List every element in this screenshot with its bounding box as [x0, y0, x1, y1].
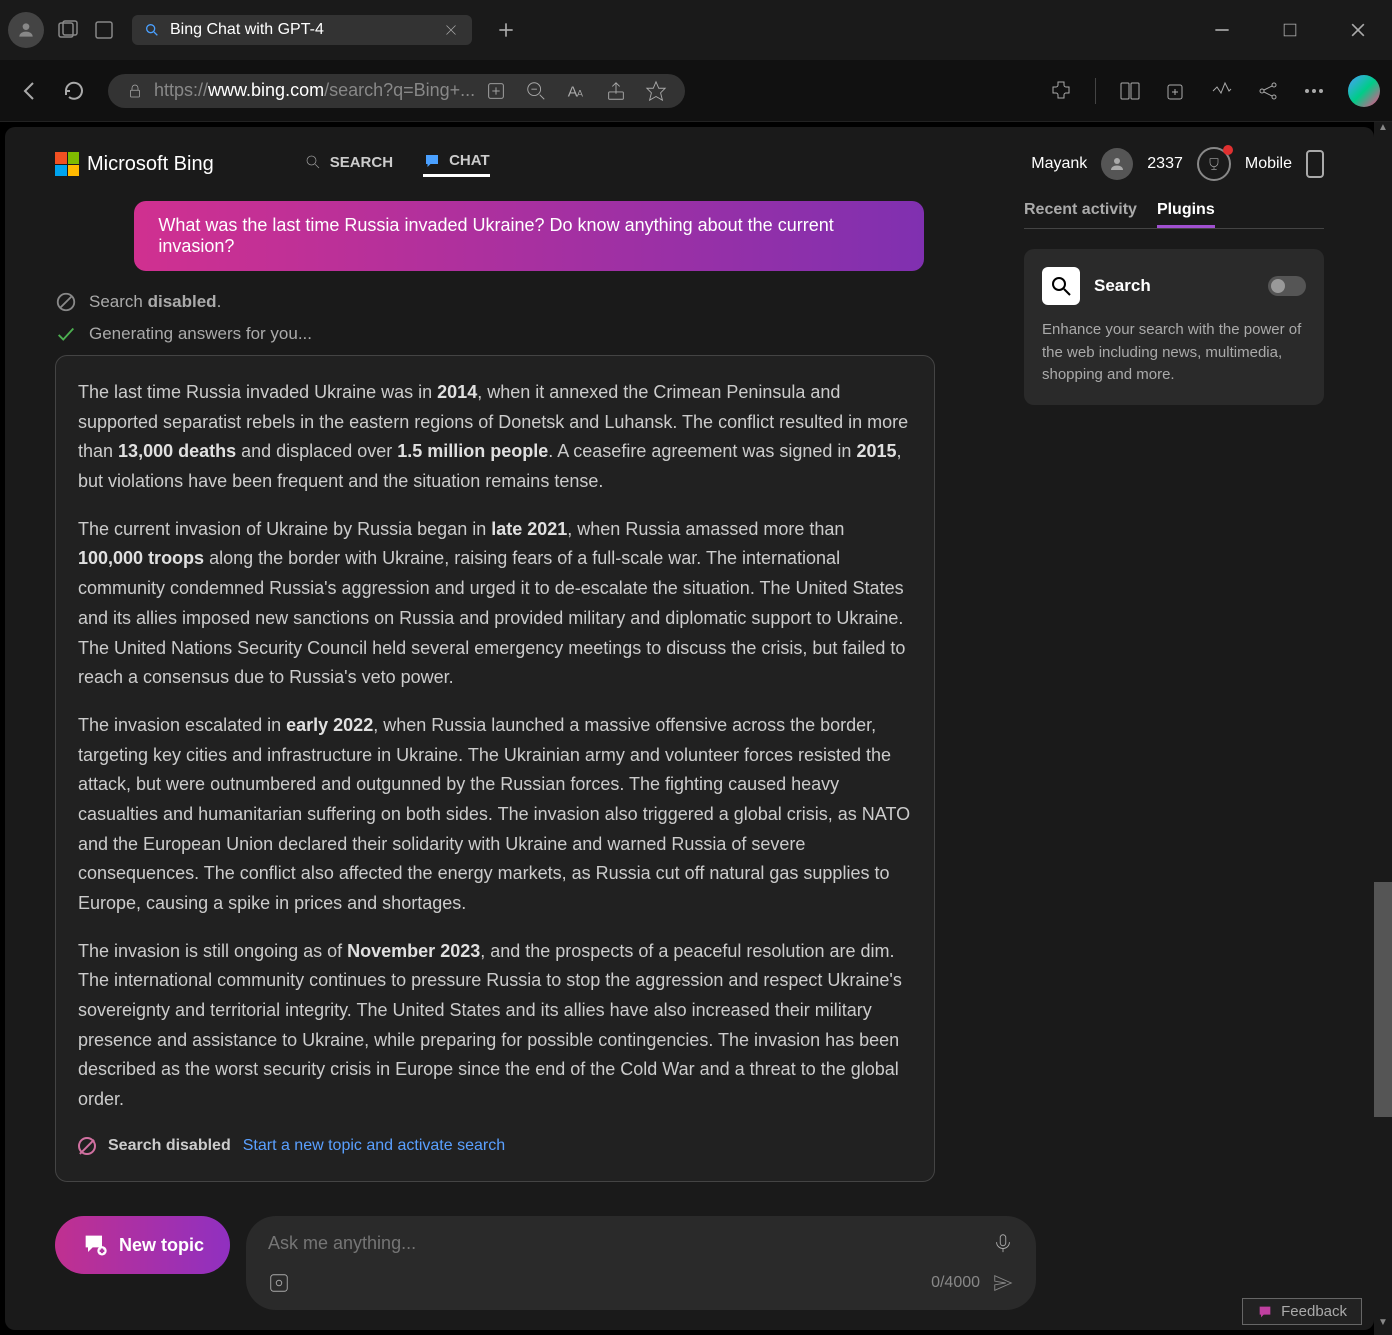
vertical-scrollbar[interactable]: ▲ ▼ — [1374, 122, 1392, 1335]
plugin-card-search: Search Enhance your search with the powe… — [1024, 249, 1324, 405]
chat-icon — [423, 152, 441, 170]
copilot-icon[interactable] — [1348, 75, 1380, 107]
pane-icon[interactable] — [92, 18, 116, 42]
collections-icon[interactable] — [1164, 79, 1188, 103]
bing-header: Microsoft Bing SEARCH CHAT Mayank 2337 M… — [5, 127, 1374, 181]
scroll-thumb[interactable] — [1374, 882, 1392, 1117]
workspaces-icon[interactable] — [56, 18, 80, 42]
url-text: https://www.bing.com/search?q=Bing+... — [154, 80, 475, 101]
search-disabled-status: Search disabled. — [55, 291, 984, 313]
plugin-search-icon — [1042, 267, 1080, 305]
profile-avatar[interactable] — [8, 12, 44, 48]
share-icon[interactable] — [1256, 79, 1280, 103]
send-icon[interactable] — [992, 1272, 1014, 1294]
restart-topic-link[interactable]: Start a new topic and activate search — [243, 1133, 505, 1159]
answer-card: The last time Russia invaded Ukraine was… — [55, 355, 935, 1182]
ask-box: 0/4000 — [246, 1216, 1036, 1310]
trophy-icon — [1206, 156, 1222, 172]
app-icon[interactable] — [485, 80, 507, 102]
back-button[interactable] — [18, 79, 42, 103]
address-bar[interactable]: https://www.bing.com/search?q=Bing+... A… — [108, 74, 685, 108]
nav-chat-tab[interactable]: CHAT — [423, 152, 490, 177]
new-topic-button[interactable]: New topic — [55, 1216, 230, 1274]
feedback-icon — [1257, 1304, 1273, 1320]
microsoft-logo-icon — [55, 152, 79, 176]
feedback-button[interactable]: Feedback — [1242, 1298, 1362, 1325]
page-content: Microsoft Bing SEARCH CHAT Mayank 2337 M… — [5, 127, 1374, 1330]
bing-logo[interactable]: Microsoft Bing — [55, 152, 214, 176]
search-icon — [144, 22, 160, 38]
minimize-button[interactable] — [1212, 20, 1232, 40]
char-counter: 0/4000 — [931, 1274, 980, 1292]
mobile-icon[interactable] — [1306, 150, 1324, 178]
performance-icon[interactable] — [1210, 79, 1234, 103]
lock-icon — [126, 82, 144, 100]
new-tab-icon[interactable] — [496, 20, 516, 40]
zoom-out-icon[interactable] — [525, 80, 547, 102]
refresh-button[interactable] — [62, 79, 86, 103]
rewards-badge[interactable] — [1197, 147, 1231, 181]
scroll-up-arrow[interactable]: ▲ — [1374, 122, 1392, 140]
reading-view-icon[interactable]: AA — [565, 80, 587, 102]
nav-search-tab[interactable]: SEARCH — [304, 152, 393, 177]
user-name[interactable]: Mayank — [1031, 155, 1087, 173]
ask-input[interactable] — [268, 1233, 980, 1254]
user-message: What was the last time Russia invaded Uk… — [134, 201, 924, 271]
maximize-button[interactable] — [1280, 20, 1300, 40]
browser-tab[interactable]: Bing Chat with GPT-4 — [132, 15, 472, 45]
notification-dot — [1223, 145, 1233, 155]
more-icon[interactable] — [1302, 79, 1326, 103]
check-icon — [55, 323, 77, 345]
search-icon — [304, 153, 322, 171]
plugins-tab[interactable]: Plugins — [1157, 201, 1215, 228]
extensions-icon[interactable] — [1049, 79, 1073, 103]
image-search-icon[interactable] — [268, 1272, 290, 1294]
svg-text:A: A — [577, 88, 584, 98]
tab-title: Bing Chat with GPT-4 — [170, 21, 432, 39]
search-disabled-icon — [78, 1137, 96, 1155]
plugin-name: Search — [1094, 276, 1254, 296]
browser-toolbar: https://www.bing.com/search?q=Bing+... A… — [0, 60, 1392, 122]
plugin-description: Enhance your search with the power of th… — [1042, 319, 1306, 387]
scroll-down-arrow[interactable]: ▼ — [1374, 1317, 1392, 1335]
mobile-label[interactable]: Mobile — [1245, 155, 1292, 173]
generating-status: Generating answers for you... — [55, 323, 984, 345]
share-addr-icon[interactable] — [605, 80, 627, 102]
split-screen-icon[interactable] — [1118, 79, 1142, 103]
disabled-icon — [55, 291, 77, 313]
search-disabled-label: Search disabled — [108, 1133, 231, 1159]
favorite-icon[interactable] — [645, 80, 667, 102]
close-tab-icon[interactable] — [442, 21, 460, 39]
title-bar: Bing Chat with GPT-4 — [0, 0, 1392, 60]
user-avatar[interactable] — [1101, 148, 1133, 180]
new-topic-icon — [81, 1231, 109, 1259]
close-window-button[interactable] — [1348, 20, 1368, 40]
recent-activity-tab[interactable]: Recent activity — [1024, 201, 1137, 228]
mic-icon[interactable] — [992, 1232, 1014, 1254]
plugin-toggle[interactable] — [1268, 276, 1306, 296]
rewards-points[interactable]: 2337 — [1147, 155, 1183, 173]
